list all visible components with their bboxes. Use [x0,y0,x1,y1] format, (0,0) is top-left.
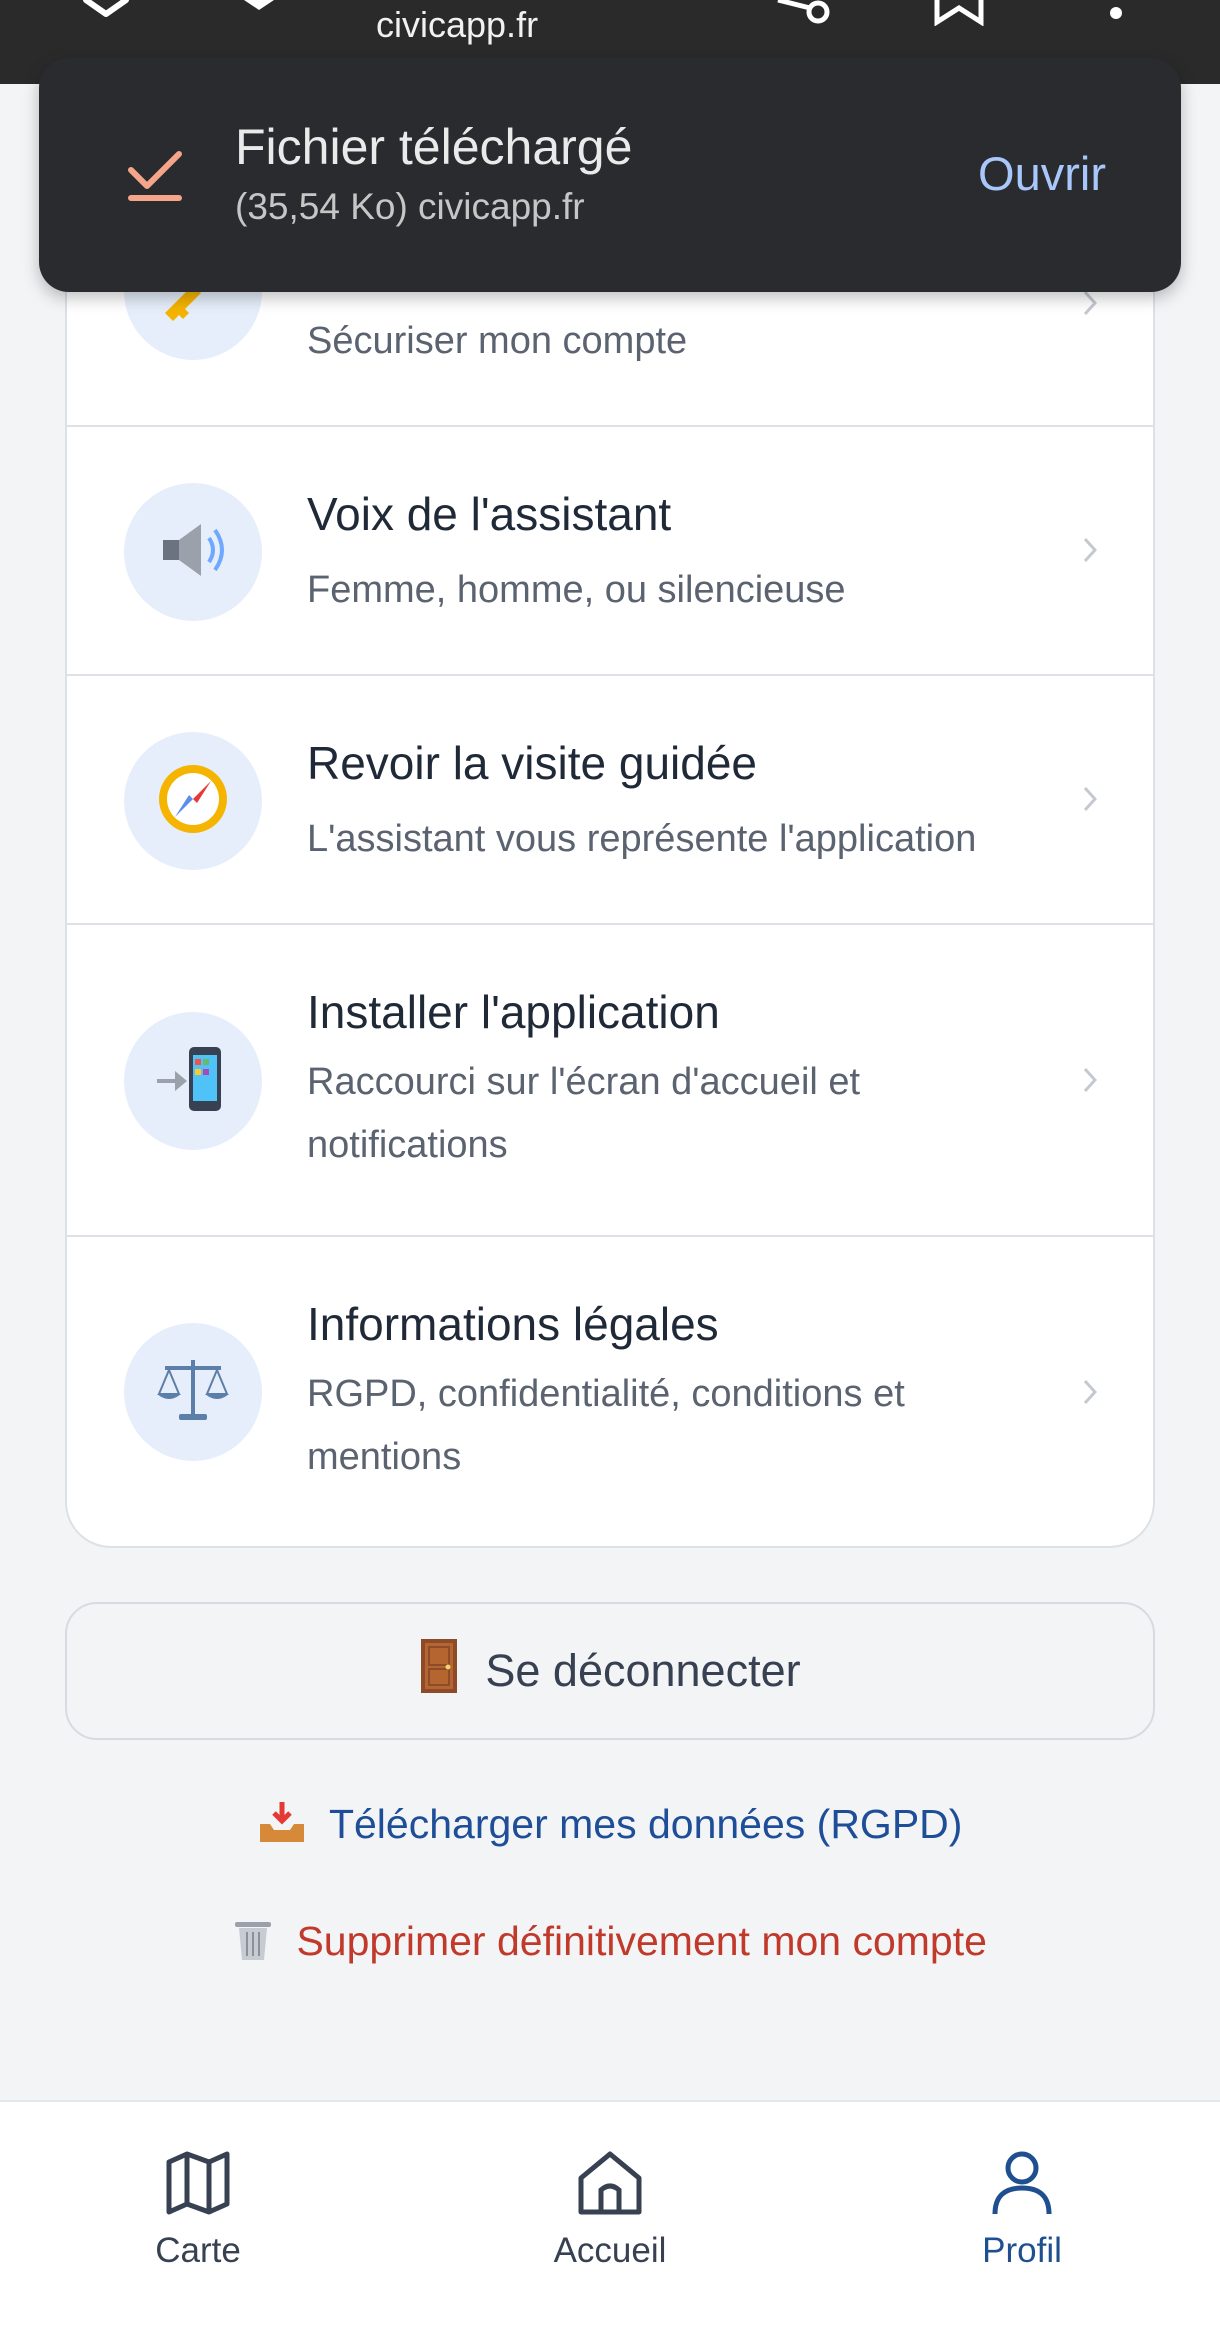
bookmark-icon[interactable] [934,0,984,31]
nav-label: Accueil [553,2231,667,2270]
chevron-right-icon [1083,786,1098,817]
balance-scale-icon [153,1350,233,1435]
url-text[interactable]: civicapp.fr [376,4,538,46]
settings-item-subtitle: Raccourci sur l'écran d'accueil et notif… [307,1061,861,1166]
mobile-install-icon-container [124,1012,262,1150]
inbox-tray-icon [258,1802,317,1853]
logout-button[interactable]: Se déconnecter [65,1602,1155,1740]
download-data-label: Télécharger mes données (RGPD) [328,1800,963,1847]
share-icon[interactable] [774,0,834,33]
settings-item-title: Informations légales [307,1298,719,1350]
settings-item-install[interactable]: Installer l'application Raccourci sur l'… [67,925,1153,1237]
settings-item-title: Installer l'application [307,986,720,1038]
map-icon [165,2151,231,2220]
mobile-install-icon [153,1039,233,1124]
nav-label: Carte [155,2231,241,2270]
settings-item-subtitle: Femme, homme, ou silencieuse [307,569,846,611]
settings-item-subtitle: L'assistant vous représente l'applicatio… [307,818,977,860]
chevron-right-icon [1083,537,1098,568]
settings-item-subtitle: Sécuriser mon compte [307,320,688,362]
chevron-down-icon[interactable] [244,0,274,19]
settings-item-subtitle: RGPD, confidentialité, conditions et men… [307,1373,905,1478]
logout-label: Se déconnecter [485,1645,801,1696]
delete-account-label: Supprimer définitivement mon compte [296,1917,987,1964]
settings-item-legal[interactable]: Informations légales RGPD, confidentiali… [67,1237,1153,1548]
settings-card: Sécuriser mon compte Voix de l'assistant… [65,200,1155,1548]
download-done-icon [127,148,183,209]
download-data-link[interactable]: Télécharger mes données (RGPD) [0,1800,1220,1854]
settings-item-voice[interactable]: Voix de l'assistant Femme, homme, ou sil… [67,427,1153,676]
download-toast: Fichier téléchargé (35,54 Ko) civicapp.f… [39,58,1181,292]
settings-item-title: Revoir la visite guidée [307,737,758,789]
chevron-right-icon [1083,290,1098,321]
nav-item-carte[interactable]: Carte [78,2150,318,2271]
settings-item-guided-tour[interactable]: Revoir la visite guidée L'assistant vous… [67,676,1153,925]
user-icon [989,2151,1055,2220]
balance-scale-icon-container [124,1323,262,1461]
speaker-icon-container [124,483,262,621]
toast-subtitle: (35,54 Ko) civicapp.fr [235,186,585,227]
bottom-navigation: Carte Accueil Profil [0,2100,1220,2325]
trash-icon [233,1922,284,1971]
open-file-button[interactable]: Ouvrir [978,146,1106,201]
nav-label: Profil [982,2231,1062,2270]
compass-icon [153,759,233,844]
nav-item-accueil[interactable]: Accueil [490,2150,730,2271]
nav-item-profil[interactable]: Profil [902,2150,1142,2271]
delete-account-link[interactable]: Supprimer définitivement mon compte [0,1916,1220,1972]
home-icon [575,2151,645,2220]
chevron-right-icon [1083,1379,1098,1410]
toast-title: Fichier téléchargé [235,119,633,175]
more-vert-icon[interactable] [1106,0,1126,29]
compass-icon-container [124,732,262,870]
settings-item-title: Voix de l'assistant [307,488,672,540]
close-icon[interactable] [80,0,130,25]
speaker-icon [153,510,233,595]
chevron-right-icon [1083,1067,1098,1098]
door-icon [419,1637,459,1706]
